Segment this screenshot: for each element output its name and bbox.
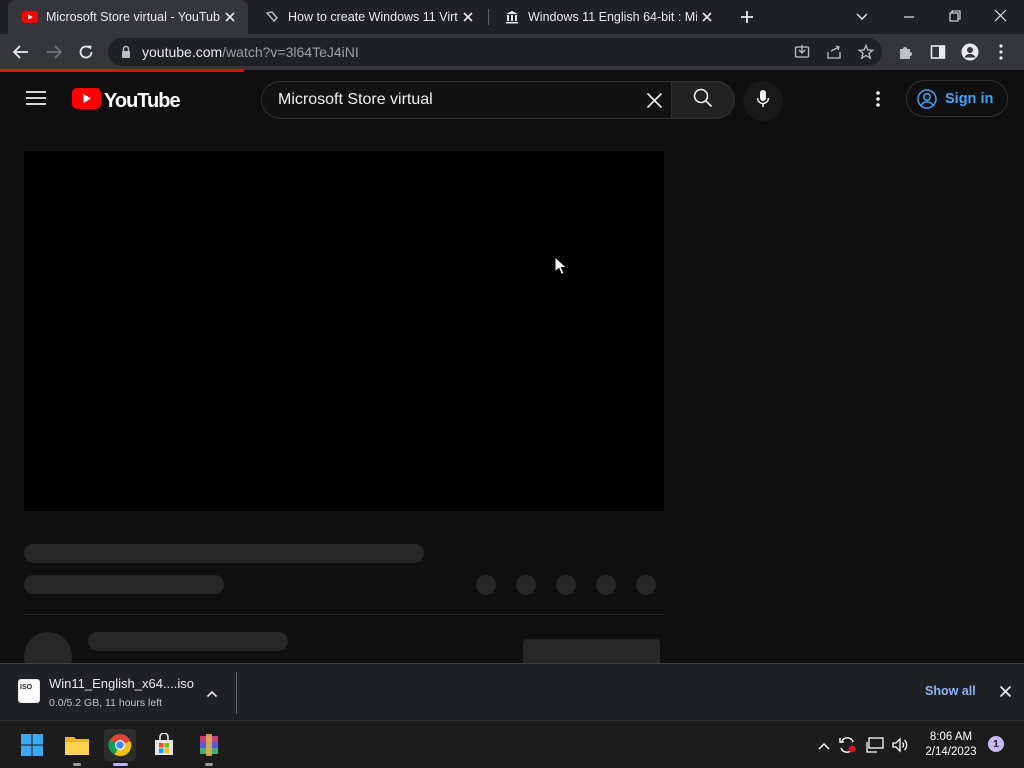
show-hidden-icons-chevron-icon[interactable] <box>817 738 831 756</box>
action-placeholder <box>596 575 616 595</box>
iso-file-icon: ISO <box>18 679 40 703</box>
sign-in-button[interactable]: Sign in <box>906 80 1008 117</box>
divider <box>24 614 664 615</box>
close-tab-icon[interactable] <box>697 7 717 27</box>
search-button[interactable] <box>671 81 735 119</box>
file-explorer-icon[interactable] <box>61 729 93 761</box>
metadata-placeholder <box>24 575 224 594</box>
hamburger-menu-icon[interactable] <box>26 90 46 111</box>
notification-badge[interactable]: 1 <box>988 736 1004 752</box>
lock-icon[interactable] <box>120 45 132 64</box>
download-filename[interactable]: Win11_English_x64....iso <box>49 676 194 691</box>
forward-arrow-icon[interactable] <box>45 43 63 66</box>
tab-youtube[interactable]: Microsoft Store virtual - YouTube <box>8 0 248 34</box>
url-host: youtube.com <box>142 44 223 60</box>
minimize-icon[interactable] <box>902 10 916 29</box>
download-status: 0.0/5.2 GB, 11 hours left <box>49 697 163 709</box>
restore-icon[interactable] <box>948 9 962 28</box>
url-text: youtube.com/watch?v=3l64TeJ4iNI <box>142 44 359 60</box>
microsoft-store-icon[interactable] <box>148 729 180 761</box>
chrome-menu-icon[interactable] <box>994 43 1008 66</box>
microphone-icon <box>756 89 770 114</box>
extensions-puzzle-icon[interactable] <box>898 44 914 65</box>
tab-title: How to create Windows 11 Virtual <box>288 10 458 24</box>
subscribe-placeholder <box>523 639 660 663</box>
back-arrow-icon[interactable] <box>12 43 30 66</box>
tab-title: Microsoft Store virtual - YouTube <box>46 10 220 24</box>
sync-icon[interactable] <box>838 736 858 759</box>
close-window-icon[interactable] <box>993 8 1008 28</box>
winrar-icon[interactable] <box>193 729 225 761</box>
video-player[interactable] <box>24 151 664 511</box>
clear-search-icon[interactable] <box>646 92 663 114</box>
tab-strip: Microsoft Store virtual - YouTube How to… <box>0 0 1024 34</box>
action-placeholder <box>516 575 536 595</box>
museum-icon <box>504 9 520 25</box>
tab-search-chevron-icon[interactable] <box>855 9 869 28</box>
install-app-icon[interactable] <box>794 44 810 65</box>
windows-taskbar: 8:06 AM 2/14/2023 1 <box>0 720 1024 768</box>
show-all-downloads-button[interactable]: Show all <box>925 684 976 698</box>
url-path: /watch?v=3l64TeJ4iNI <box>222 44 359 60</box>
reload-icon[interactable] <box>77 43 95 66</box>
profile-icon[interactable] <box>961 43 979 66</box>
search-icon <box>693 88 713 113</box>
new-tab-icon[interactable] <box>738 8 756 31</box>
tab-how-to-create[interactable]: How to create Windows 11 Virtual <box>250 0 486 34</box>
divider <box>236 672 237 714</box>
clock-date: 2/14/2023 <box>925 746 977 758</box>
close-tab-icon[interactable] <box>220 7 240 27</box>
bookmark-star-icon[interactable] <box>857 43 875 65</box>
tool-icon <box>264 9 280 25</box>
youtube-icon <box>22 9 38 25</box>
action-placeholder <box>476 575 496 595</box>
youtube-logo[interactable]: YouTube <box>72 88 181 114</box>
tab-title: Windows 11 English 64-bit : Micro <box>528 10 697 24</box>
search-input-value: Microsoft Store virtual <box>278 91 433 108</box>
chrome-taskbar-icon[interactable] <box>104 729 136 761</box>
close-download-bar-icon[interactable] <box>999 685 1012 703</box>
voice-search-button[interactable] <box>743 81 783 121</box>
windows-start-icon[interactable] <box>16 729 48 761</box>
address-bar[interactable]: youtube.com/watch?v=3l64TeJ4iNI <box>108 38 882 66</box>
title-placeholder <box>24 544 424 563</box>
volume-icon[interactable] <box>891 736 909 759</box>
action-placeholder <box>636 575 656 595</box>
active-indicator <box>113 763 128 766</box>
share-icon[interactable] <box>826 44 842 65</box>
browser-toolbar: youtube.com/watch?v=3l64TeJ4iNI <box>0 34 1024 70</box>
file-type-badge: ISO <box>20 684 33 691</box>
mouse-cursor-icon <box>554 255 568 281</box>
tab-separator <box>488 9 489 25</box>
chevron-up-icon[interactable] <box>206 686 218 704</box>
tab-archive[interactable]: Windows 11 English 64-bit : Micro <box>490 0 725 34</box>
close-tab-icon[interactable] <box>458 7 478 27</box>
youtube-logo-text: YouTube <box>104 89 181 112</box>
action-placeholder <box>556 575 576 595</box>
side-panel-icon[interactable] <box>930 44 946 65</box>
channel-placeholder <box>88 632 288 651</box>
avatar-placeholder <box>24 632 72 663</box>
sign-in-label: Sign in <box>945 90 994 107</box>
network-icon[interactable] <box>866 736 884 759</box>
system-clock[interactable]: 8:06 AM 2/14/2023 <box>916 730 986 760</box>
more-options-icon[interactable] <box>870 90 886 113</box>
search-input[interactable]: Microsoft Store virtual <box>261 81 672 119</box>
account-circle-icon <box>917 88 937 109</box>
running-indicator <box>73 763 81 766</box>
youtube-logo-icon <box>72 88 101 114</box>
download-bar: ISO Win11_English_x64....iso 0.0/5.2 GB,… <box>0 663 1024 720</box>
clock-time: 8:06 AM <box>929 731 973 743</box>
youtube-page: YouTube Microsoft Store virtual Sign in <box>0 72 1024 663</box>
running-indicator <box>205 763 213 766</box>
